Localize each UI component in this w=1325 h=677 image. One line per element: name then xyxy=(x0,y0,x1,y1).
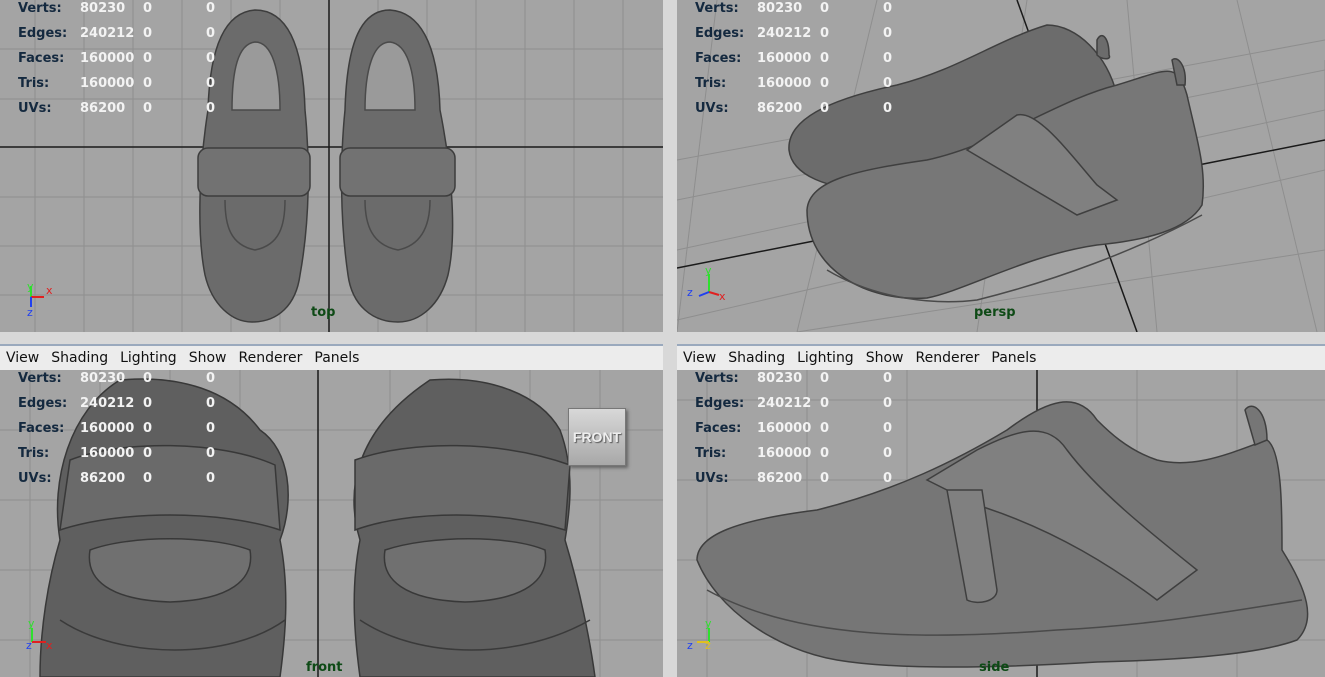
view-axis-icon: y x z xyxy=(26,617,53,652)
view-axis-icon: y z z xyxy=(687,617,712,652)
viewport-persp[interactable]: Verts: 80230 0 0 Edges: 240212 0 0 Faces: 16000… xyxy=(677,0,1325,332)
hud-row-uvs: UVs: 86200 0 0 xyxy=(18,101,216,116)
panel-menubar: View Shading Lighting Show Renderer Pane… xyxy=(0,344,663,370)
hud-row-verts: Verts: 80230 0 0 xyxy=(18,371,216,386)
hud-row-faces: Faces: 160000 0 0 xyxy=(18,421,216,436)
menu-renderer[interactable]: Renderer xyxy=(909,350,985,366)
hud-row-faces: Faces: 160000 0 0 xyxy=(695,51,893,66)
menu-panels[interactable]: Panels xyxy=(985,350,1042,366)
svg-text:x: x xyxy=(719,290,726,303)
viewport-panel-persp: Verts: 80230 0 0 Edges: 240212 0 0 Faces: 16000… xyxy=(677,0,1325,332)
menu-shading[interactable]: Shading xyxy=(45,350,114,366)
svg-text:y: y xyxy=(705,264,712,277)
viewport-panel-top: Verts: 80230 0 0 Edges: 240212 0 0 Faces: 16000… xyxy=(0,0,663,332)
svg-text:z: z xyxy=(26,639,32,652)
hud-row-tris: Tris: 160000 0 0 xyxy=(695,446,893,461)
hud-row-edges: Edges: 240212 0 0 xyxy=(18,26,216,41)
poly-count-hud: Verts: 80230 0 0 Edges: 240212 0 0 Faces: 16000… xyxy=(18,370,236,495)
panel-menubar: View Shading Lighting Show Renderer Pane… xyxy=(677,344,1325,370)
viewport-panel-side: View Shading Lighting Show Renderer Pane… xyxy=(677,344,1325,677)
hud-row-edges: Edges: 240212 0 0 xyxy=(695,26,893,41)
viewport-top[interactable]: Verts: 80230 0 0 Edges: 240212 0 0 Faces: 16000… xyxy=(0,0,663,332)
viewport-front[interactable]: Verts: 80230 0 0 Edges: 240212 0 0 Faces: 16000… xyxy=(0,370,663,677)
poly-count-hud: Verts: 80230 0 0 Edges: 240212 0 0 Faces: 16000… xyxy=(695,0,913,125)
svg-text:y: y xyxy=(705,617,712,630)
viewport-panel-front: View Shading Lighting Show Renderer Pane… xyxy=(0,344,663,677)
poly-count-hud: Verts: 80230 0 0 Edges: 240212 0 0 Faces: 16000… xyxy=(695,370,913,495)
svg-text:z: z xyxy=(27,306,33,318)
hud-row-uvs: UVs: 86200 0 0 xyxy=(18,471,216,486)
svg-text:x: x xyxy=(46,639,53,652)
view-axis-icon: y x z xyxy=(27,280,53,318)
menu-shading[interactable]: Shading xyxy=(722,350,791,366)
svg-text:y: y xyxy=(27,280,34,293)
hud-row-tris: Tris: 160000 0 0 xyxy=(18,76,216,91)
menu-view[interactable]: View xyxy=(0,350,45,366)
menu-show[interactable]: Show xyxy=(860,350,910,366)
hud-row-tris: Tris: 160000 0 0 xyxy=(18,446,216,461)
hud-row-faces: Faces: 160000 0 0 xyxy=(695,421,893,436)
menu-show[interactable]: Show xyxy=(183,350,233,366)
hud-row-faces: Faces: 160000 0 0 xyxy=(18,51,216,66)
right-shoe-front-model xyxy=(353,378,596,677)
poly-count-hud: Verts: 80230 0 0 Edges: 240212 0 0 Faces: 16000… xyxy=(18,0,236,125)
svg-text:z: z xyxy=(687,639,693,652)
svg-text:y: y xyxy=(28,617,35,630)
viewport-side[interactable]: Verts: 80230 0 0 Edges: 240212 0 0 Faces: 16000… xyxy=(677,370,1325,677)
right-shoe-model xyxy=(339,9,456,323)
hud-row-uvs: UVs: 86200 0 0 xyxy=(695,101,893,116)
camera-label-persp: persp xyxy=(974,305,1016,320)
hud-row-tris: Tris: 160000 0 0 xyxy=(695,76,893,91)
menu-view[interactable]: View xyxy=(677,350,722,366)
svg-text:z: z xyxy=(705,639,711,652)
camera-label-front: front xyxy=(306,660,343,675)
menu-lighting[interactable]: Lighting xyxy=(791,350,860,366)
view-axis-icon: y x z xyxy=(687,264,726,303)
svg-text:x: x xyxy=(46,284,53,297)
hud-row-verts: Verts: 80230 0 0 xyxy=(18,1,216,16)
view-cube-front[interactable]: FRONT xyxy=(568,408,626,466)
hud-row-uvs: UVs: 86200 0 0 xyxy=(695,471,893,486)
camera-label-side: side xyxy=(979,660,1010,675)
hud-row-edges: Edges: 240212 0 0 xyxy=(695,396,893,411)
hud-row-edges: Edges: 240212 0 0 xyxy=(18,396,216,411)
menu-panels[interactable]: Panels xyxy=(308,350,365,366)
menu-renderer[interactable]: Renderer xyxy=(232,350,308,366)
hud-row-verts: Verts: 80230 0 0 xyxy=(695,1,893,16)
menu-lighting[interactable]: Lighting xyxy=(114,350,183,366)
svg-text:z: z xyxy=(687,286,693,299)
hud-row-verts: Verts: 80230 0 0 xyxy=(695,371,893,386)
camera-label-top: top xyxy=(311,305,336,320)
